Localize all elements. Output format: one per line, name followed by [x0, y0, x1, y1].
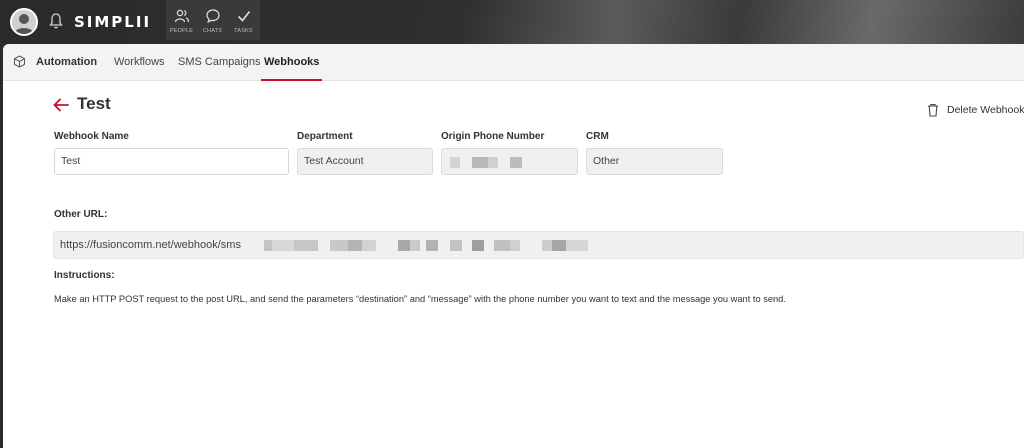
redacted-block — [566, 240, 588, 251]
nav-chats[interactable]: CHATS — [197, 0, 228, 40]
redacted-block — [552, 240, 566, 251]
redacted-block — [264, 240, 272, 251]
main-nav: PEOPLE CHATS TASKS — [166, 0, 260, 40]
redacted-block — [450, 157, 460, 168]
redacted-block — [542, 240, 552, 251]
redacted-block — [450, 240, 462, 251]
brand-logo: SIMPLII — [74, 13, 152, 31]
redacted-block — [510, 240, 520, 251]
department-field: Test Account — [297, 148, 433, 175]
top-bar: SIMPLII PEOPLE CHATS TASKS — [0, 0, 1024, 44]
nav-people[interactable]: PEOPLE — [166, 0, 197, 40]
crm-label: CRM — [586, 131, 609, 142]
people-icon — [174, 9, 189, 23]
other-url-value: https://fusioncomm.net/webhook/sms — [60, 239, 241, 251]
redacted-block — [472, 157, 488, 168]
redacted-block — [410, 240, 420, 251]
tab-webhooks[interactable]: Webhooks — [261, 44, 323, 81]
tab-workflows[interactable]: Workflows — [114, 44, 165, 81]
sub-nav-tabs: Automation Workflows SMS Campaigns Webho… — [3, 44, 1024, 81]
trash-icon — [928, 103, 938, 117]
other-url-label: Other URL: — [54, 209, 108, 220]
redacted-block — [494, 240, 510, 251]
tab-sms-campaigns[interactable]: SMS Campaigns — [178, 44, 261, 81]
webhook-name-label: Webhook Name — [54, 131, 129, 142]
redacted-block — [398, 240, 410, 251]
instructions-label: Instructions: — [54, 270, 115, 281]
redacted-block — [330, 240, 348, 251]
tab-automation[interactable]: Automation — [36, 44, 97, 81]
delete-webhook-label: Delete Webhook — [947, 104, 1024, 116]
content-panel: Automation Workflows SMS Campaigns Webho… — [3, 44, 1024, 448]
nav-tasks-label: TASKS — [234, 28, 253, 34]
redacted-block — [294, 240, 318, 251]
user-avatar-icon — [12, 10, 36, 34]
origin-phone-field — [441, 148, 578, 175]
webhook-name-input[interactable]: Test — [54, 148, 289, 175]
nav-people-label: PEOPLE — [169, 28, 194, 34]
page-title: Test — [77, 94, 111, 113]
crm-field[interactable]: Other — [586, 148, 723, 175]
redacted-block — [272, 240, 294, 251]
origin-phone-label: Origin Phone Number — [441, 131, 545, 142]
nav-chats-label: CHATS — [202, 28, 223, 34]
check-icon — [237, 11, 250, 22]
department-label: Department — [297, 131, 353, 142]
redacted-block — [426, 240, 438, 251]
redacted-block — [472, 240, 484, 251]
chat-icon — [205, 9, 220, 24]
nav-tasks[interactable]: TASKS — [228, 0, 259, 40]
redacted-block — [362, 240, 376, 251]
delete-webhook-button[interactable]: Delete Webhook — [927, 102, 1024, 118]
avatar[interactable] — [10, 8, 38, 36]
bell-icon[interactable] — [48, 12, 64, 30]
other-url-field[interactable]: https://fusioncomm.net/webhook/sms — [53, 231, 1024, 259]
cube-icon — [14, 55, 25, 68]
redacted-block — [348, 240, 362, 251]
instructions-text: Make an HTTP POST request to the post UR… — [54, 294, 786, 304]
back-arrow-icon[interactable] — [53, 98, 69, 112]
redacted-block — [510, 157, 522, 168]
redacted-block — [488, 157, 498, 168]
